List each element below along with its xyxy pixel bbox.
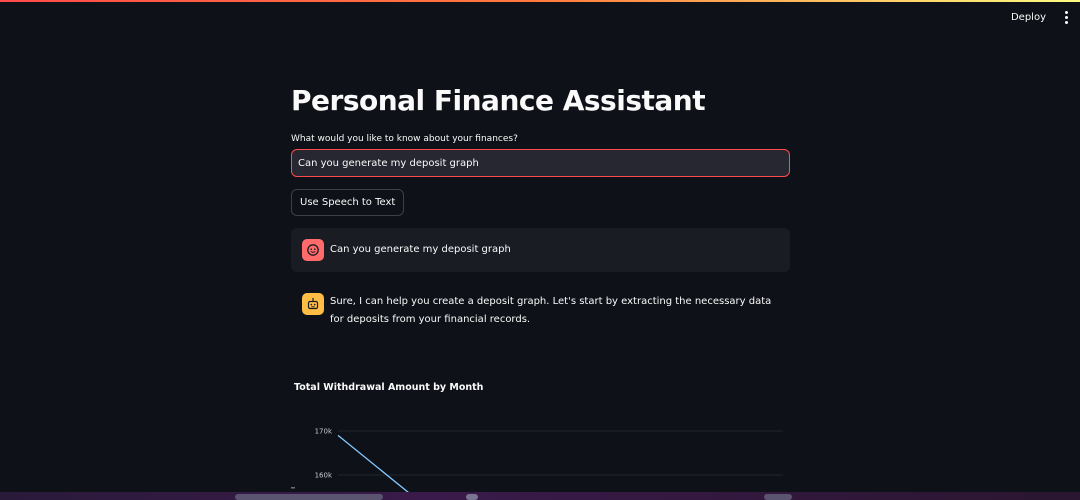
deploy-button[interactable]: Deploy — [1007, 10, 1050, 25]
app-window: Deploy Personal Finance Assistant What w… — [0, 0, 1080, 500]
question-input[interactable] — [291, 149, 790, 177]
chart-series — [337, 434, 415, 498]
chat-message-text: Can you generate my deposit graph — [330, 244, 511, 255]
main-menu-icon[interactable] — [1060, 8, 1072, 26]
withdrawal-chart[interactable]: Total Withdrawal Amount by Month 170k 160… — [291, 378, 790, 500]
taskbar-item[interactable] — [466, 494, 478, 500]
main-content: Personal Finance Assistant What would yo… — [291, 80, 790, 340]
page-title: Personal Finance Assistant — [291, 84, 706, 117]
taskbar-strip — [0, 492, 1080, 500]
chart-y-axis-label: T — [291, 485, 297, 491]
chart-grid — [338, 430, 783, 476]
chart-y-tick-label: 160k — [315, 472, 333, 480]
chart-y-ticks: 170k 160k — [315, 428, 333, 480]
chart-title: Total Withdrawal Amount by Month — [294, 382, 484, 393]
chart-y-tick-label: 170k — [315, 428, 333, 436]
assistant-bot-icon — [302, 293, 324, 315]
chat-message-text: Sure, I can help you create a deposit gr… — [330, 296, 772, 325]
chart-series-line — [337, 434, 415, 498]
top-toolbar: Deploy — [1007, 8, 1072, 26]
taskbar-item[interactable] — [235, 494, 383, 500]
user-avatar-icon — [302, 239, 324, 261]
taskbar-item[interactable] — [764, 494, 792, 500]
chat-message-assistant: Sure, I can help you create a deposit gr… — [291, 282, 790, 340]
speech-to-text-button[interactable]: Use Speech to Text — [291, 189, 405, 216]
question-input-label: What would you like to know about your f… — [291, 134, 518, 144]
header-decoration-bar — [0, 0, 1080, 2]
chat-message-user: Can you generate my deposit graph — [291, 228, 790, 272]
